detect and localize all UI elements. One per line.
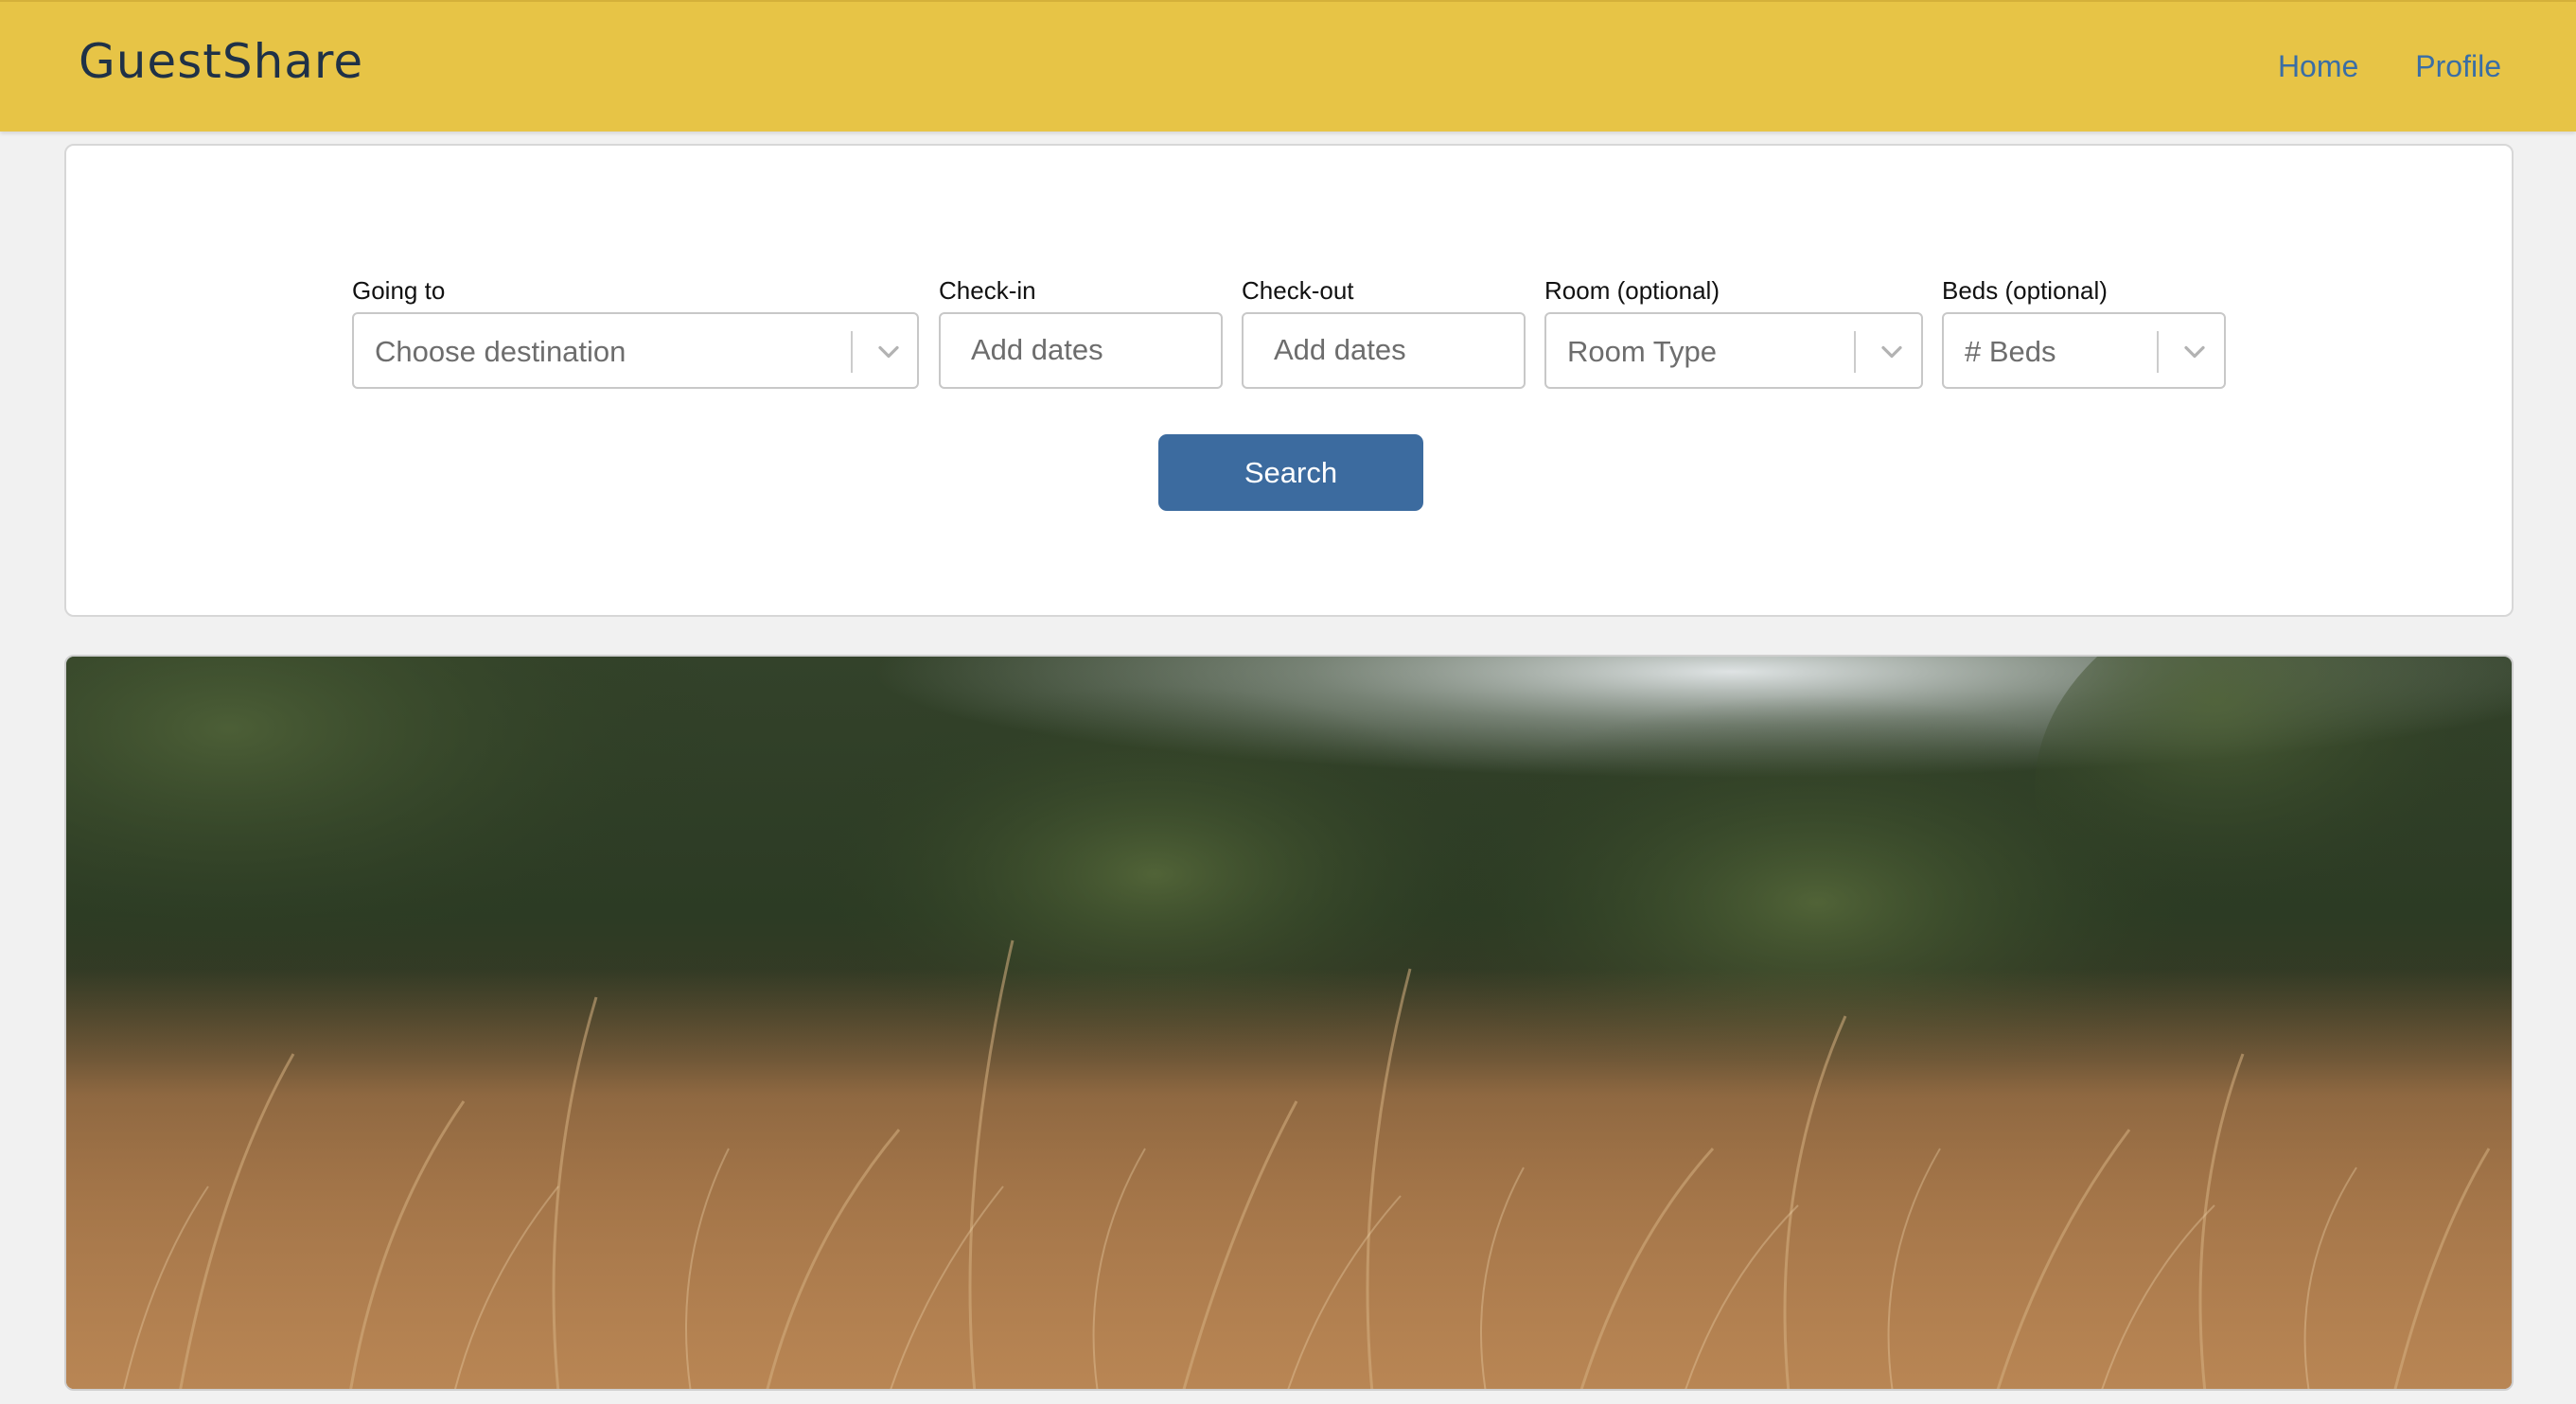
beds-label: Beds (optional) [1942, 276, 2108, 305]
going-to-label: Going to [352, 276, 446, 305]
select-separator [1854, 331, 1856, 373]
room-type-placeholder: Room Type [1567, 335, 1717, 368]
search-button[interactable]: Search [1158, 434, 1423, 511]
brand-logo[interactable]: GuestShare [79, 34, 363, 89]
nav-links: Home Profile [2278, 49, 2501, 84]
top-navbar: GuestShare Home Profile [0, 0, 2576, 132]
room-label: Room (optional) [1544, 276, 1720, 305]
search-form-card: Going to Choose destination Check-in Add… [64, 144, 2514, 617]
check-in-placeholder: Add dates [971, 333, 1103, 366]
check-in-label: Check-in [939, 276, 1036, 305]
check-out-label: Check-out [1242, 276, 1354, 305]
nav-home-link[interactable]: Home [2278, 49, 2358, 84]
check-in-input[interactable]: Add dates [939, 312, 1223, 389]
destination-placeholder: Choose destination [375, 335, 626, 368]
room-type-select[interactable]: Room Type [1544, 312, 1923, 389]
beds-placeholder: # Beds [1965, 335, 2056, 368]
chevron-down-icon[interactable] [2178, 335, 2212, 369]
destination-select[interactable]: Choose destination [352, 312, 919, 389]
hero-photo [66, 657, 2512, 1389]
select-separator [851, 331, 853, 373]
chevron-down-icon[interactable] [1875, 335, 1909, 369]
check-out-input[interactable]: Add dates [1242, 312, 1526, 389]
beds-select[interactable]: # Beds [1942, 312, 2226, 389]
select-separator [2157, 331, 2159, 373]
check-out-placeholder: Add dates [1274, 333, 1406, 366]
chevron-down-icon[interactable] [872, 335, 906, 369]
hero-image-field-grass [64, 655, 2514, 1391]
nav-profile-link[interactable]: Profile [2415, 49, 2501, 84]
